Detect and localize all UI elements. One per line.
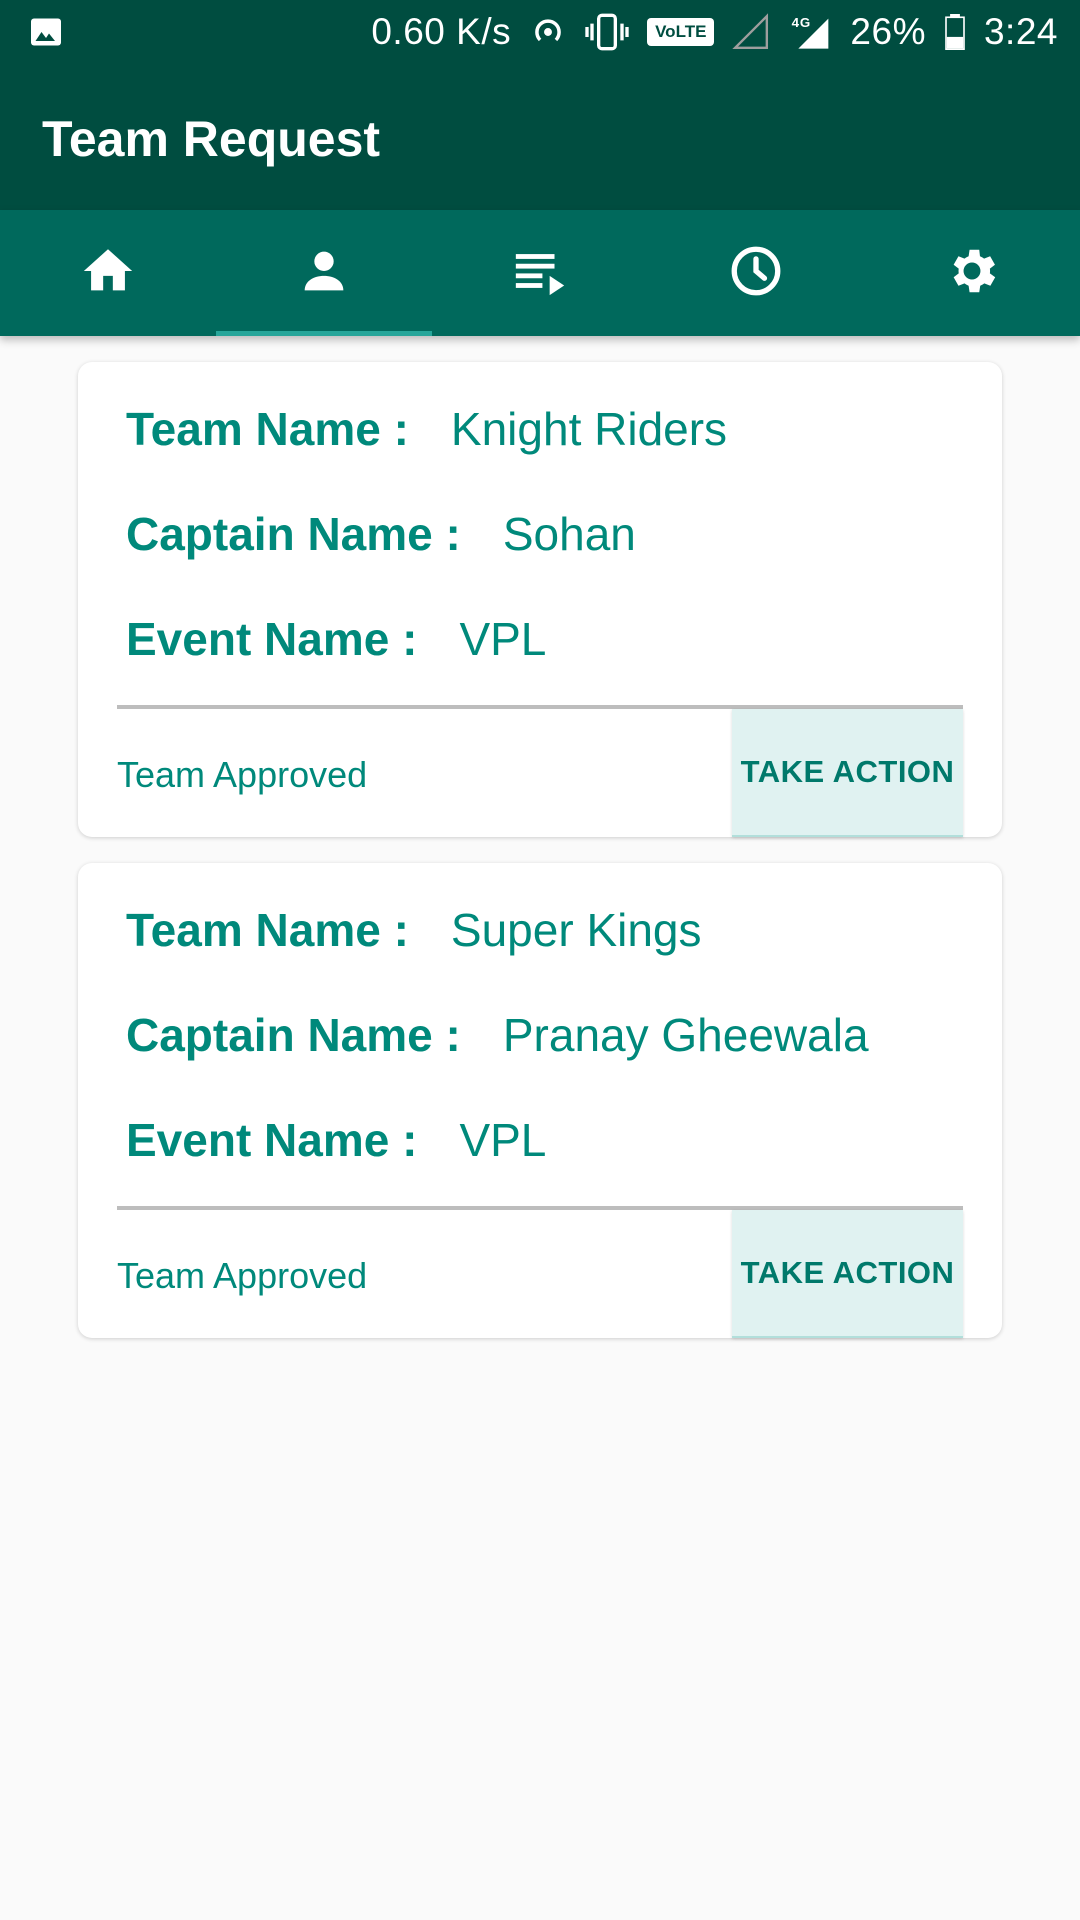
person-icon [295, 242, 353, 305]
hotspot-icon [529, 13, 567, 51]
signal-4g-icon: 4G [788, 12, 832, 52]
clock-time: 3:24 [983, 11, 1058, 52]
tab-bar [0, 210, 1080, 336]
event-name-row: Event Name : VPL [126, 612, 546, 666]
captain-name-label: Captain Name : [126, 1009, 461, 1061]
event-name-label: Event Name : [126, 613, 418, 665]
tab-settings[interactable] [864, 210, 1080, 336]
event-name-value: VPL [459, 1114, 547, 1166]
captain-name-label: Captain Name : [126, 508, 461, 560]
page-title: Team Request [42, 111, 381, 167]
team-request-card: Team Name : Knight Riders Captain Name :… [78, 362, 1002, 837]
team-name-label: Team Name : [126, 904, 409, 956]
team-name-value: Knight Riders [450, 403, 728, 455]
status-text: Team Approved [117, 1255, 368, 1296]
home-icon [79, 242, 137, 305]
captain-name-value: Pranay Gheewala [502, 1009, 869, 1061]
take-action-button[interactable]: TAKE ACTION [732, 709, 963, 837]
team-name-row: Team Name : Knight Riders [126, 402, 727, 456]
team-name-value: Super Kings [450, 904, 702, 956]
gear-icon [943, 242, 1001, 305]
team-name-label: Team Name : [126, 403, 409, 455]
event-name-row: Event Name : VPL [126, 1113, 546, 1167]
captain-name-value: Sohan [502, 508, 636, 560]
volte-badge: VoLTE [647, 18, 715, 46]
team-request-card: Team Name : Super Kings Captain Name : P… [78, 863, 1002, 1338]
playlist-icon [511, 242, 569, 305]
net-speed: 0.60 K/s [371, 11, 512, 52]
take-action-button[interactable]: TAKE ACTION [732, 1210, 963, 1338]
status-text: Team Approved [117, 754, 368, 795]
status-bar: 0.60 K/s VoLTE 4G 26% 3:24 [0, 0, 1080, 64]
tab-history[interactable] [648, 210, 864, 336]
clock-icon [727, 242, 785, 305]
tab-playlist[interactable] [432, 210, 648, 336]
gallery-notification-icon [28, 14, 64, 50]
battery-percent: 26% [850, 11, 926, 52]
captain-name-row: Captain Name : Sohan [126, 507, 636, 561]
event-name-label: Event Name : [126, 1114, 418, 1166]
tab-home[interactable] [0, 210, 216, 336]
event-name-value: VPL [459, 613, 547, 665]
app-bar: Team Request [0, 64, 1080, 210]
captain-name-row: Captain Name : Pranay Gheewala [126, 1008, 869, 1062]
network-type-label: 4G [792, 15, 811, 30]
vibrate-icon [585, 12, 629, 52]
team-name-row: Team Name : Super Kings [126, 903, 702, 957]
battery-icon [944, 14, 966, 50]
tab-profile[interactable] [216, 210, 432, 336]
signal-empty-icon [732, 13, 770, 51]
